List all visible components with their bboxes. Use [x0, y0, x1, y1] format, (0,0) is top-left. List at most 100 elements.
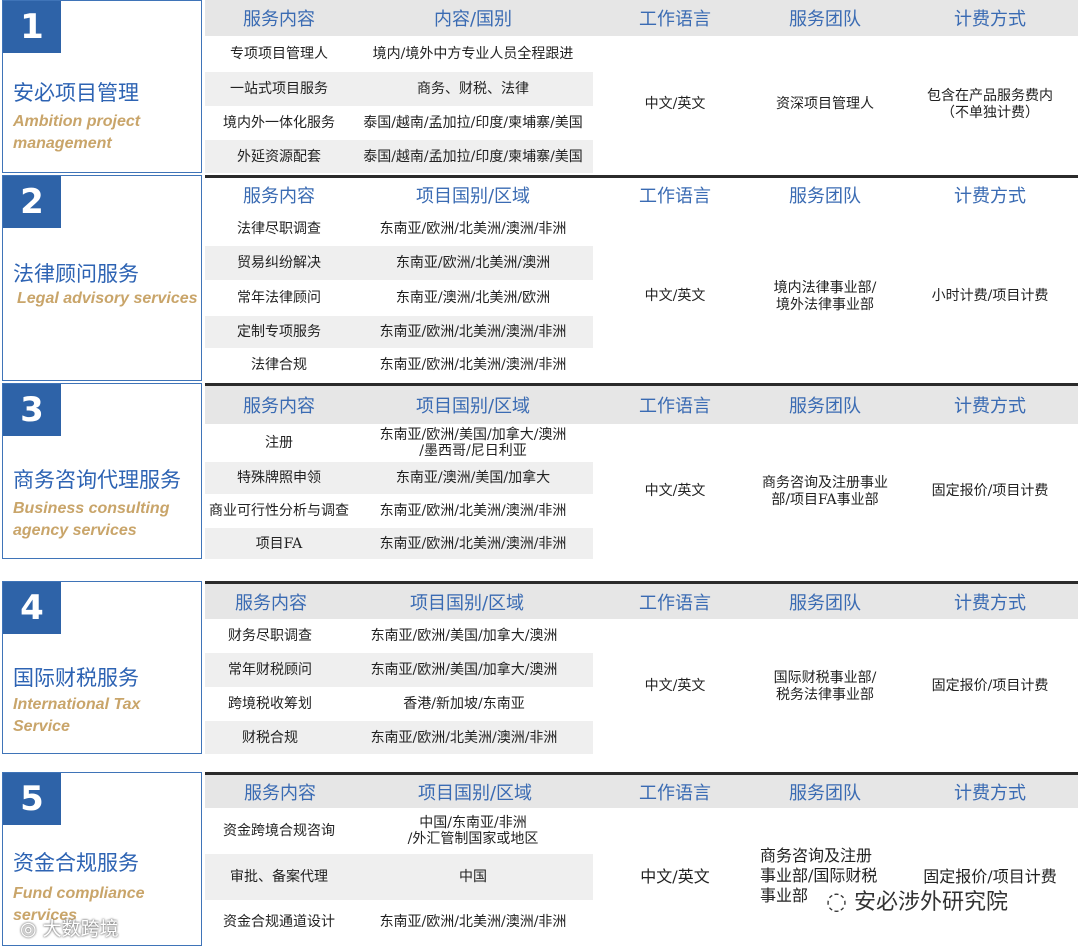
service-cell: 资金合规通道设计 [223, 914, 335, 930]
section-4-label-panel: 4 国际财税服务 International Tax Service [2, 581, 202, 754]
billing-cell: 固定报价/项目计费 [931, 483, 1049, 499]
team-cell: 国际财税事业部/ 税务法律事业部 [773, 669, 877, 703]
team-cell: 商务咨询及注册事业 部/项目FA事业部 [762, 474, 888, 508]
section-title-en: Ambition project management [13, 113, 141, 152]
service-cell: 常年财税顾问 [228, 662, 312, 678]
table-row: 财务尽职调查 东南亚/欧洲/美国/加拿大/澳洲 [205, 619, 593, 653]
section-number: 4 [3, 582, 61, 634]
table-row: 法律尽职调查 东南亚/欧洲/北美洲/澳洲/非洲 [205, 212, 593, 246]
service-cell: 资金跨境合规咨询 [223, 823, 335, 839]
table-row: 一站式项目服务 商务、财税、法律 [205, 72, 593, 106]
table-row: 常年法律顾问 东南亚/澳洲/北美洲/欧洲 [205, 280, 593, 316]
table-row: 审批、备案代理 中国 [205, 854, 593, 900]
service-cell: 项目FA [255, 535, 303, 552]
table-row: 法律合规 东南亚/欧洲/北美洲/澳洲/非洲 [205, 348, 593, 381]
region-cell: 泰国/越南/孟加拉/印度/柬埔寨/美国 [363, 115, 583, 131]
table-header: 服务内容 项目国别/区域 工作语言 服务团队 计费方式 [205, 584, 1078, 619]
billing-cell: 固定报价/项目计费 [931, 678, 1049, 694]
region-cell: 东南亚/欧洲/北美洲/澳洲/非洲 [379, 503, 567, 519]
region-cell: 东南亚/欧洲/北美洲/澳洲/非洲 [379, 914, 567, 930]
header-billing: 计费方式 [954, 9, 1026, 30]
header-service: 服务内容 [244, 782, 316, 804]
service-cell: 财税合规 [242, 729, 298, 746]
region-cell: 东南亚/欧洲/北美洲/澳洲 [395, 255, 551, 271]
header-service: 服务内容 [243, 186, 315, 207]
section-4: 4 国际财税服务 International Tax Service 服务内容 … [0, 581, 1080, 754]
table-header: 服务内容 项目国别/区域 工作语言 服务团队 计费方式 [205, 386, 1078, 424]
language-cell: 中文/英文 [644, 483, 706, 499]
section-5: 5 资金合规服务 Fund compliance services 服务内容 项… [0, 772, 1080, 946]
table-row: 常年财税顾问 东南亚/欧洲/美国/加拿大/澳洲 [205, 653, 593, 687]
watermark-right: ◌ 安必涉外研究院 [826, 884, 1008, 916]
section-title-cn: 资金合规服务 [13, 851, 139, 875]
table-header: 服务内容 内容/国别 工作语言 服务团队 计费方式 [205, 0, 1078, 36]
region-cell: 东南亚/欧洲/北美洲/澳洲/非洲 [379, 356, 567, 373]
region-cell: 东南亚/欧洲/北美洲/澳洲/非洲 [379, 535, 567, 552]
region-cell: 东南亚/澳洲/美国/加拿大 [395, 470, 551, 486]
header-team: 服务团队 [789, 782, 861, 804]
header-language: 工作语言 [639, 782, 711, 804]
table-row: 贸易纠纷解决 东南亚/欧洲/北美洲/澳洲 [205, 246, 593, 280]
section-title-en: Legal advisory services [17, 290, 198, 307]
team-cell: 境内法律事业部/ 境外法律事业部 [773, 279, 877, 313]
header-billing: 计费方式 [954, 592, 1026, 614]
watermark-right-text: 安必涉外研究院 [853, 890, 1008, 915]
header-region: 项目国别/区域 [415, 396, 531, 417]
header-language: 工作语言 [639, 592, 711, 614]
language-cell: 中文/英文 [640, 866, 710, 886]
section-5-table: 服务内容 项目国别/区域 工作语言 服务团队 计费方式 资金跨境合规咨询 中国/… [205, 772, 1078, 946]
table-row: 财税合规 东南亚/欧洲/北美洲/澳洲/非洲 [205, 721, 593, 754]
header-region: 项目国别/区域 [409, 592, 525, 614]
service-cell: 跨境税收筹划 [228, 696, 312, 712]
header-team: 服务团队 [789, 592, 861, 614]
team-cell: 商务咨询及注册 事业部/国际财税 事业部 [760, 846, 878, 905]
language-cell: 中文/英文 [644, 96, 706, 112]
header-region: 项目国别/区域 [417, 782, 533, 804]
section-1-label-panel: 1 安必项目管理 Ambition project management [2, 0, 202, 173]
table-row: 定制专项服务 东南亚/欧洲/北美洲/澳洲/非洲 [205, 316, 593, 348]
section-3-table: 服务内容 项目国别/区域 工作语言 服务团队 计费方式 注册 东南亚/欧洲/美国… [205, 383, 1078, 559]
service-cell: 商业可行性分析与调查 [209, 503, 349, 519]
region-cell: 东南亚/欧洲/美国/加拿大/澳洲 [370, 662, 558, 678]
team-cell: 资深项目管理人 [776, 96, 874, 112]
language-cell: 中文/英文 [644, 678, 706, 694]
header-region: 项目国别/区域 [415, 186, 531, 207]
watermark-left: ◎ 大数跨境 [20, 914, 119, 941]
section-title-cn: 法律顾问服务 [13, 262, 139, 286]
region-cell: 中国 [459, 869, 487, 885]
header-billing: 计费方式 [954, 782, 1026, 804]
section-3: 3 商务咨询代理服务 Business consulting agency se… [0, 383, 1080, 559]
region-cell: 商务、财税、法律 [417, 81, 529, 97]
billing-cell: 包含在产品服务费内 （不单独计费） [927, 87, 1053, 121]
region-cell: 东南亚/澳洲/北美洲/欧洲 [395, 290, 551, 306]
header-service: 服务内容 [243, 9, 315, 30]
section-title-en: International Tax Service [13, 696, 141, 735]
camera-icon: ◎ [20, 918, 37, 940]
section-2-label-panel: 2 法律顾问服务 Legal advisory services [2, 175, 202, 381]
region-cell: 境内/境外中方专业人员全程跟进 [372, 46, 574, 62]
header-region: 内容/国别 [433, 9, 513, 30]
service-cell: 特殊牌照申领 [237, 470, 321, 486]
section-title-cn: 安必项目管理 [13, 81, 139, 105]
header-team: 服务团队 [789, 9, 861, 30]
region-cell: 东南亚/欧洲/美国/加拿大/澳洲 [370, 628, 558, 644]
header-language: 工作语言 [639, 9, 711, 30]
section-title-cn: 国际财税服务 [13, 666, 139, 690]
table-row: 注册 东南亚/欧洲/美国/加拿大/澳洲 /墨西哥/尼日利亚 [205, 424, 593, 462]
section-4-table: 服务内容 项目国别/区域 工作语言 服务团队 计费方式 财务尽职调查 东南亚/欧… [205, 581, 1078, 754]
service-cell: 注册 [265, 435, 293, 451]
table-row: 境内外一体化服务 泰国/越南/孟加拉/印度/柬埔寨/美国 [205, 106, 593, 140]
service-cell: 外延资源配套 [237, 148, 321, 165]
header-billing: 计费方式 [954, 186, 1026, 207]
header-team: 服务团队 [789, 396, 861, 417]
header-team: 服务团队 [789, 186, 861, 207]
table-row: 专项项目管理人 境内/境外中方专业人员全程跟进 [205, 36, 593, 72]
section-number: 5 [3, 773, 61, 825]
service-cell: 财务尽职调查 [228, 628, 312, 644]
table-header: 服务内容 项目国别/区域 工作语言 服务团队 计费方式 [205, 775, 1078, 808]
region-cell: 东南亚/欧洲/北美洲/澳洲/非洲 [379, 221, 567, 237]
region-cell: 泰国/越南/孟加拉/印度/柬埔寨/美国 [363, 148, 583, 165]
section-1: 1 安必项目管理 Ambition project management 服务内… [0, 0, 1080, 173]
service-cell: 一站式项目服务 [230, 81, 328, 97]
billing-cell: 固定报价/项目计费 [923, 866, 1057, 886]
